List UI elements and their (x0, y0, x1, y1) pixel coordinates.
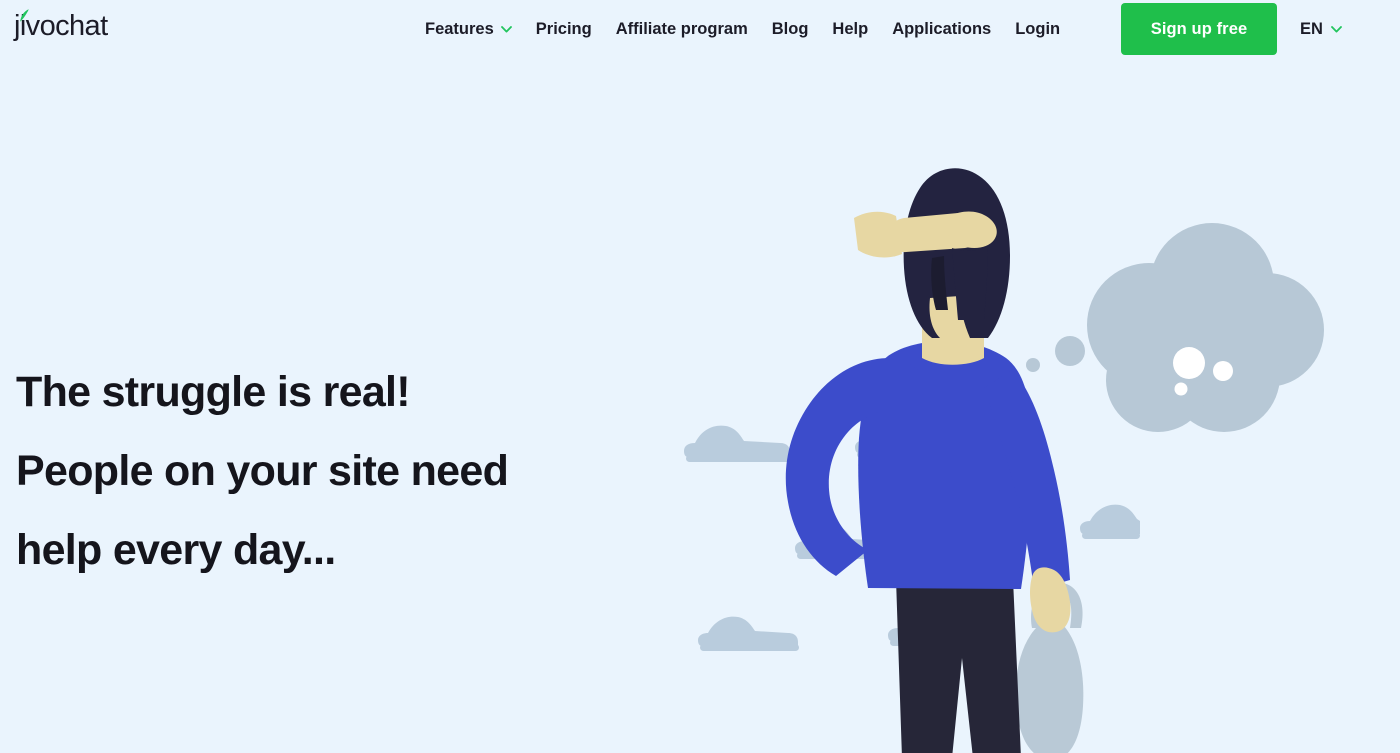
chevron-down-icon (1331, 25, 1342, 32)
language-selector-label: EN (1300, 19, 1323, 38)
character (785, 168, 1084, 753)
nav-item-label: Login (1015, 19, 1061, 38)
bubble-dot-large (1173, 347, 1205, 379)
site-header: jivochat Features Pricing Affiliate prog… (0, 0, 1400, 58)
nav-item-label: Pricing (535, 19, 592, 38)
logo[interactable]: jivochat (14, 6, 108, 46)
nav-item-label: Help (832, 19, 869, 38)
nav-item-label: Blog (771, 19, 809, 38)
language-selector[interactable]: EN (1300, 0, 1342, 58)
hero-heading: The struggle is real! People on your sit… (16, 353, 656, 590)
wrist (854, 211, 902, 258)
ground-shape-6 (1080, 504, 1140, 539)
hero-heading-line-1: The struggle is real! (16, 368, 411, 416)
ground-shape-1 (684, 425, 790, 462)
nav-item-label: Applications (892, 19, 992, 38)
nav-item-blog[interactable]: Blog (772, 20, 809, 39)
nav-item-label: Affiliate program (615, 19, 748, 38)
ground-shape-4 (698, 616, 799, 651)
thought-bubble (1026, 223, 1324, 432)
bubble-dot-small (1174, 382, 1188, 396)
leaf-icon (20, 9, 29, 22)
nav-item-pricing[interactable]: Pricing (536, 20, 592, 39)
chevron-down-icon (500, 25, 512, 32)
bubble-trail-small (1026, 358, 1040, 372)
confused-shopper-illustration (684, 168, 1324, 753)
nav-item-help[interactable]: Help (832, 20, 868, 39)
hair-lock (952, 246, 988, 320)
main-navigation: Features Pricing Affiliate program Blog … (425, 0, 1060, 58)
sign-up-free-button[interactable]: Sign up free (1121, 3, 1277, 55)
nav-item-affiliate-program[interactable]: Affiliate program (616, 20, 748, 39)
nav-item-label: Features (425, 19, 494, 38)
hero-section: The struggle is real! People on your sit… (0, 58, 1400, 753)
forearm-on-forehead (889, 211, 997, 253)
hero-heading-line-3: help every day... (16, 526, 336, 574)
nav-item-applications[interactable]: Applications (892, 20, 991, 39)
bubble-trail-medium (1055, 336, 1085, 366)
nav-item-login[interactable]: Login (1015, 20, 1060, 39)
bubble-dot-medium (1213, 361, 1233, 381)
legs (896, 579, 1021, 753)
hero-heading-line-2: People on your site need (16, 447, 509, 495)
nav-item-features[interactable]: Features (425, 20, 512, 39)
